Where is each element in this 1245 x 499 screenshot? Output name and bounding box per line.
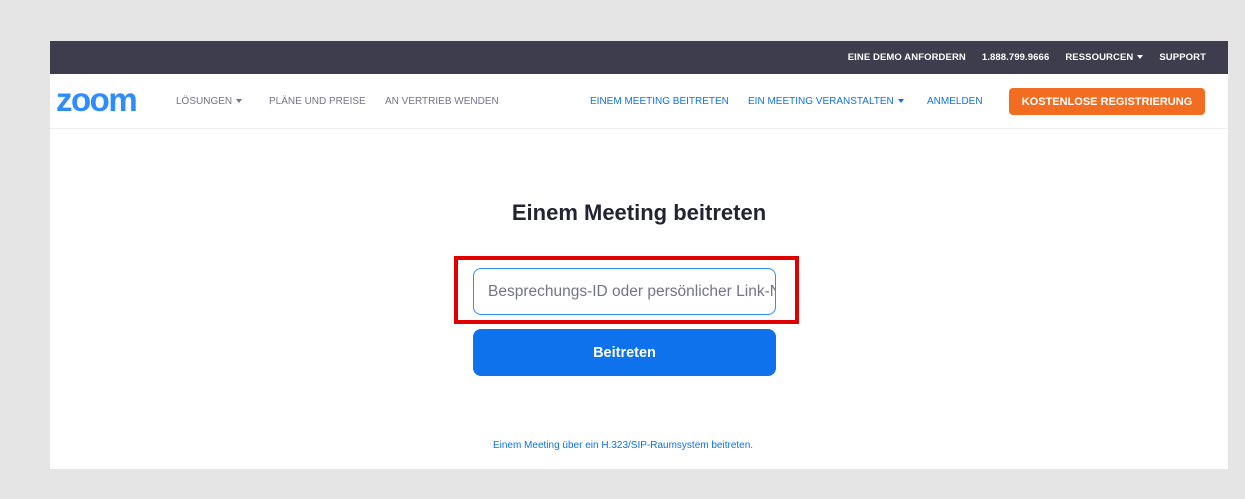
nav-sign-in-link[interactable]: ANMELDEN — [927, 96, 983, 107]
resources-label: RESSOURCEN — [1065, 52, 1134, 63]
browser-page: EINE DEMO ANFORDERN 1.888.799.9666 RESSO… — [50, 41, 1228, 469]
meeting-id-input[interactable] — [473, 268, 776, 315]
support-link[interactable]: SUPPORT — [1159, 52, 1206, 63]
phone-number-link[interactable]: 1.888.799.9666 — [982, 52, 1049, 63]
nav-host-meeting-menu[interactable]: EIN MEETING VERANSTALTEN — [748, 96, 904, 107]
main-navbar: zoom LÖSUNGEN PLÄNE UND PREISE AN VERTRI… — [50, 74, 1228, 129]
chevron-down-icon — [1137, 55, 1144, 60]
nav-plans-link[interactable]: PLÄNE UND PREISE — [269, 96, 366, 107]
page-title: Einem Meeting beitreten — [511, 200, 767, 225]
nav-join-meeting-link[interactable]: EINEM MEETING BEITRETEN — [590, 96, 729, 107]
zoom-logo[interactable]: zoom — [56, 83, 138, 116]
resources-menu[interactable]: RESSOURCEN — [1065, 52, 1144, 63]
nav-host-label: EIN MEETING VERANSTALTEN — [748, 96, 894, 107]
top-utility-bar: EINE DEMO ANFORDERN 1.888.799.9666 RESSO… — [50, 41, 1228, 74]
nav-solutions-menu[interactable]: LÖSUNGEN — [176, 96, 243, 107]
chevron-down-icon — [897, 99, 904, 104]
join-button[interactable]: Beitreten — [473, 329, 776, 376]
nav-solutions-label: LÖSUNGEN — [176, 96, 233, 107]
sip-room-system-link[interactable]: Einem Meeting über ein H.323/SIP-Raumsys… — [488, 438, 758, 453]
chevron-down-icon — [236, 99, 243, 104]
nav-contact-sales-link[interactable]: AN VERTRIEB WENDEN — [385, 96, 499, 107]
request-demo-link[interactable]: EINE DEMO ANFORDERN — [848, 52, 966, 63]
signup-button[interactable]: KOSTENLOSE REGISTRIERUNG — [1009, 88, 1205, 115]
